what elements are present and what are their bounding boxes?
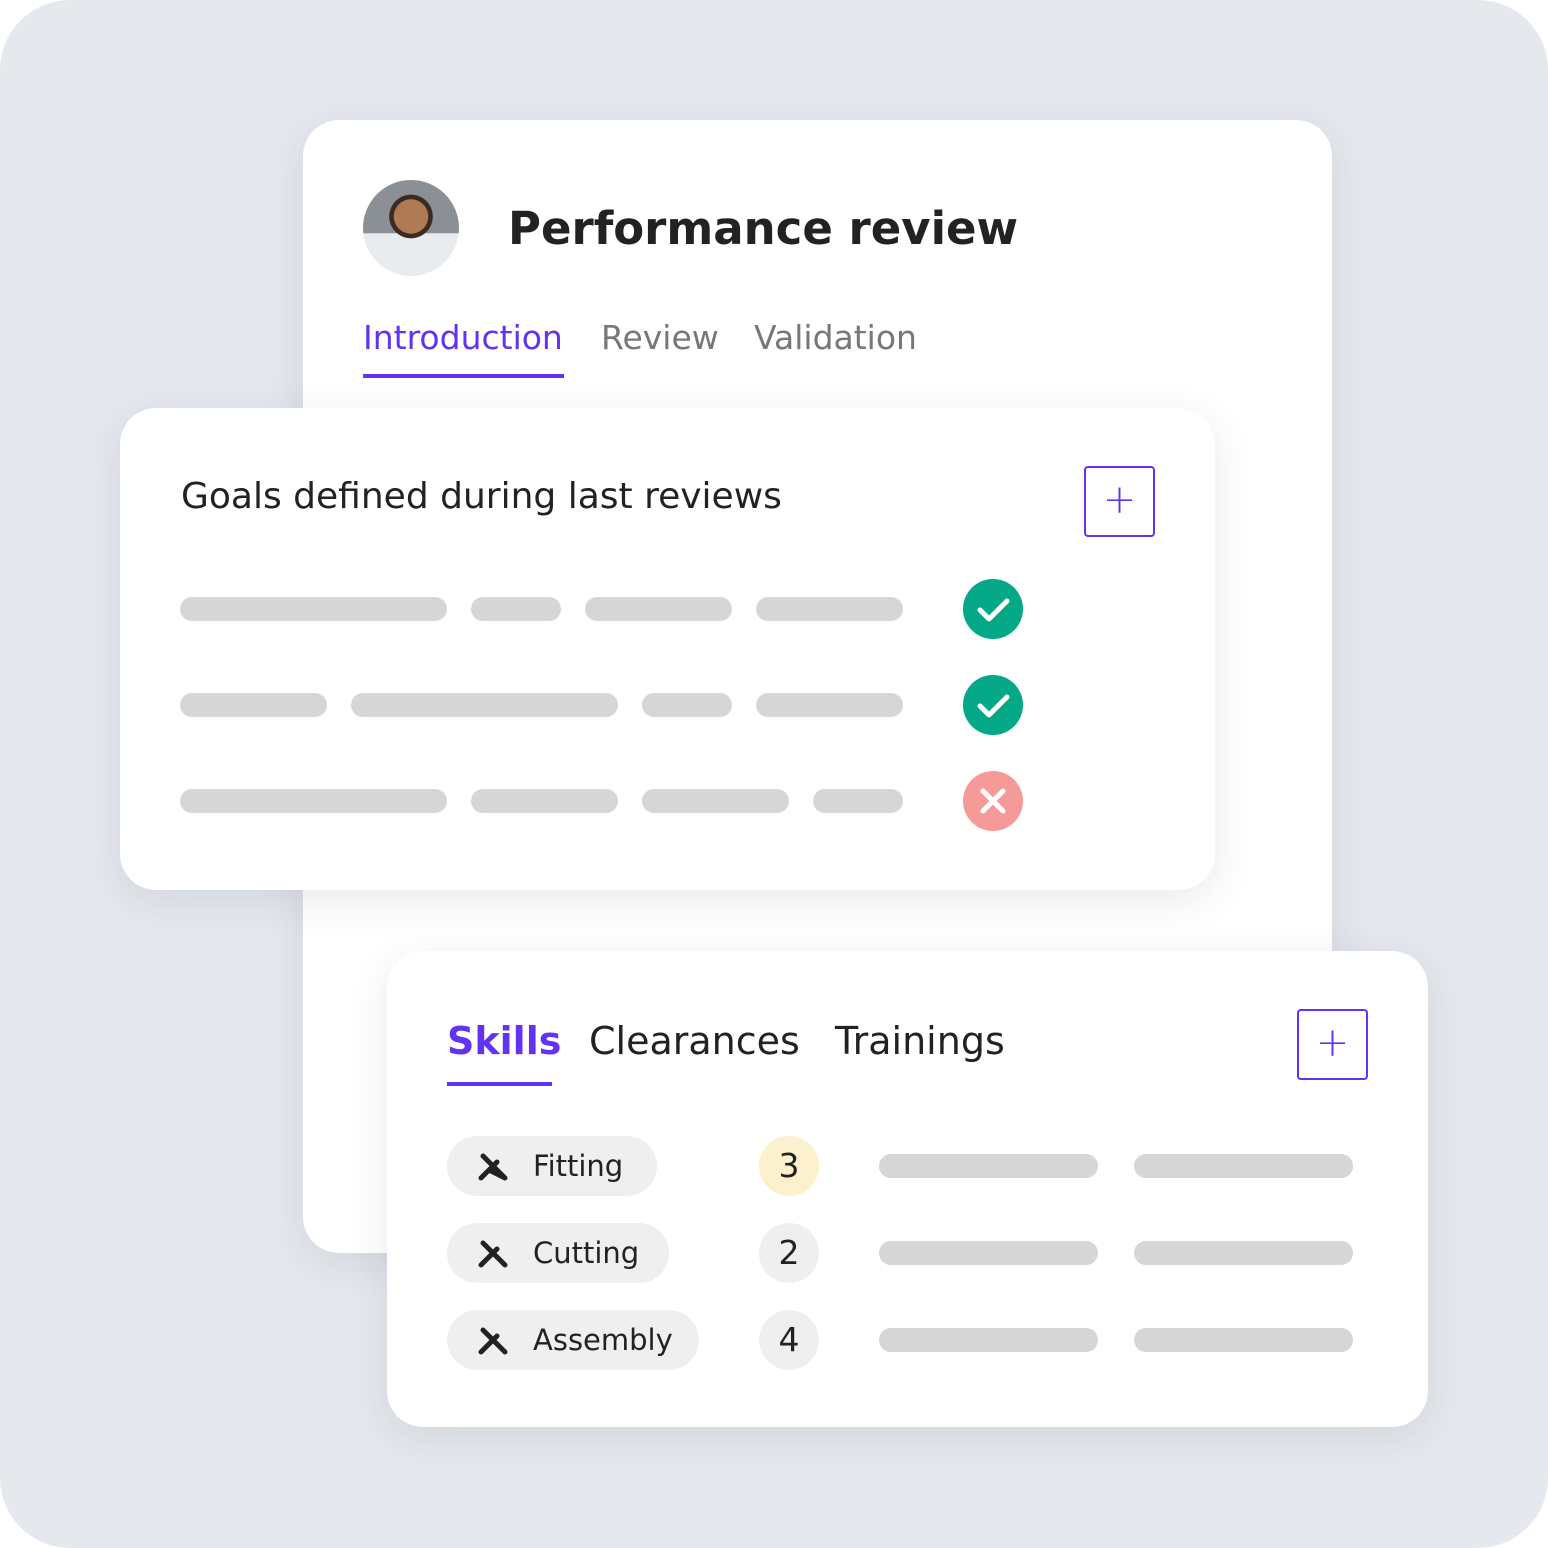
- add-goal-button[interactable]: +: [1084, 466, 1155, 537]
- placeholder-bar: [585, 597, 732, 621]
- placeholder-bar: [879, 1241, 1098, 1265]
- add-skill-button[interactable]: +: [1297, 1009, 1368, 1080]
- placeholder-bar: [1134, 1241, 1353, 1265]
- tab-review[interactable]: Review: [601, 318, 719, 357]
- skill-chip-assembly[interactable]: Assembly: [447, 1310, 699, 1370]
- skill-level: 4: [759, 1310, 819, 1370]
- check-icon: [963, 579, 1023, 639]
- placeholder-bar: [756, 597, 903, 621]
- goals-card: Goals defined during last reviews +: [120, 408, 1215, 890]
- goals-title: Goals defined during last reviews: [181, 476, 782, 517]
- placeholder-bar: [879, 1154, 1098, 1178]
- placeholder-bar: [180, 789, 447, 813]
- avatar: [363, 180, 459, 276]
- placeholder-bar: [1134, 1154, 1353, 1178]
- page-title: Performance review: [508, 202, 1019, 255]
- skill-name: Fitting: [533, 1149, 624, 1183]
- skill-chip-cutting[interactable]: Cutting: [447, 1223, 669, 1283]
- skill-level: 2: [759, 1223, 819, 1283]
- tab-trainings[interactable]: Trainings: [835, 1019, 1005, 1063]
- placeholder-bar: [180, 693, 327, 717]
- placeholder-bar: [642, 789, 789, 813]
- placeholder-bar: [756, 693, 903, 717]
- placeholder-bar: [879, 1328, 1098, 1352]
- active-tab-underline: [447, 1082, 552, 1086]
- placeholder-bar: [1134, 1328, 1353, 1352]
- skill-level: 3: [759, 1136, 819, 1196]
- placeholder-bar: [351, 693, 618, 717]
- close-icon: [963, 771, 1023, 831]
- tools-icon: [478, 1327, 508, 1355]
- tab-validation[interactable]: Validation: [754, 318, 917, 357]
- tab-clearances[interactable]: Clearances: [589, 1019, 800, 1063]
- skill-name: Cutting: [533, 1236, 640, 1270]
- placeholder-bar: [813, 789, 903, 813]
- placeholder-bar: [180, 597, 447, 621]
- tools-icon: [478, 1153, 508, 1181]
- placeholder-bar: [471, 597, 561, 621]
- placeholder-bar: [642, 693, 732, 717]
- tools-icon: [478, 1240, 508, 1268]
- tab-skills[interactable]: Skills: [447, 1019, 561, 1063]
- placeholder-bar: [471, 789, 618, 813]
- skills-card: Skills Clearances Trainings + Fitting 3 …: [387, 951, 1428, 1427]
- tab-introduction[interactable]: Introduction: [363, 318, 563, 357]
- skill-chip-fitting[interactable]: Fitting: [447, 1136, 657, 1196]
- check-icon: [963, 675, 1023, 735]
- active-tab-underline: [363, 374, 564, 378]
- skill-name: Assembly: [533, 1323, 673, 1357]
